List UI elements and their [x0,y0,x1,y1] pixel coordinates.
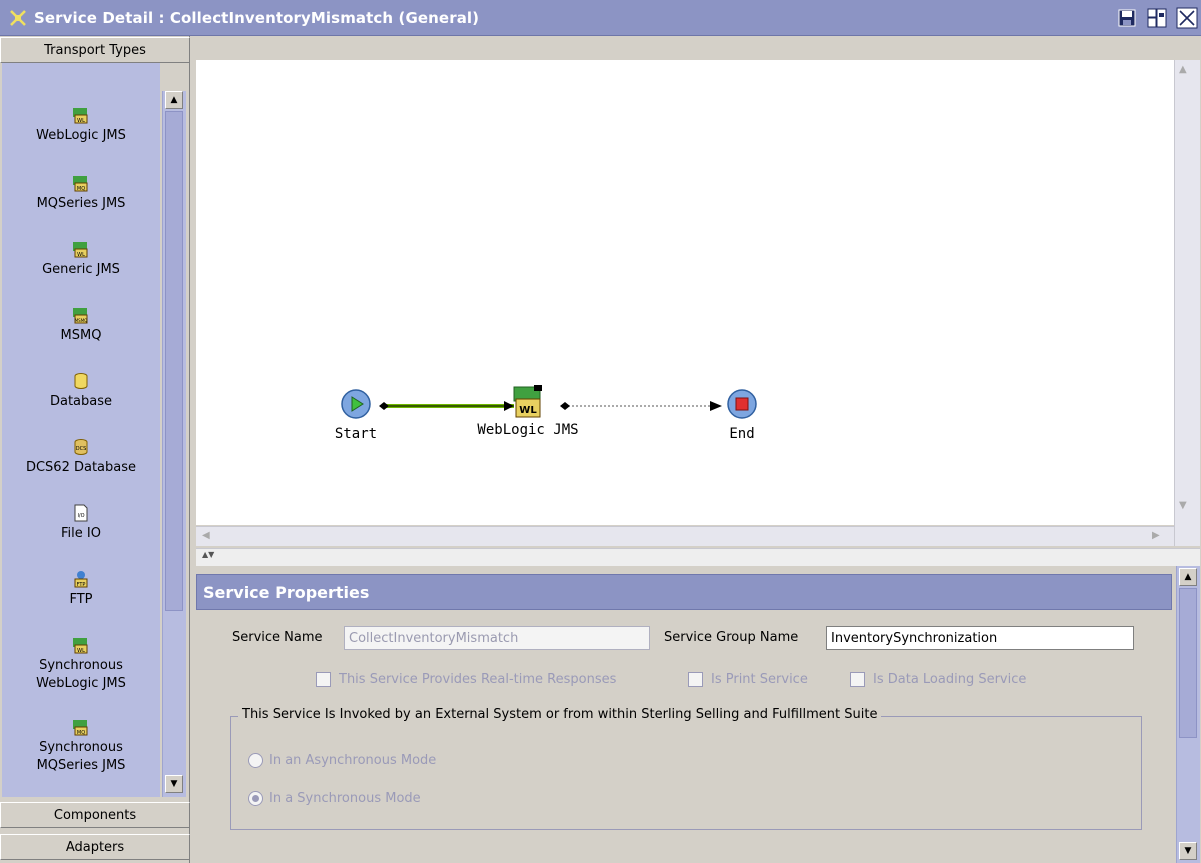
weblogic-jms-node[interactable]: WL WebLogic JMS [468,384,588,438]
palette-item-ftp[interactable]: FTP FTP [2,569,160,609]
synchronous-radio-circle [248,791,263,806]
asynchronous-radio-circle [248,753,263,768]
scroll-up-button[interactable]: ▲ [165,91,183,109]
service-group-name-input[interactable] [826,626,1134,650]
print-checkbox-box [688,672,703,687]
canvas-scroll-left-icon[interactable]: ◀ [202,530,210,541]
components-header[interactable]: Components [0,802,190,828]
scroll-down-button[interactable]: ▼ [165,775,183,793]
svg-text:MQ: MQ [77,186,85,192]
start-node[interactable]: Start [326,388,386,442]
service-properties-panel: Service Properties Service Name Service … [196,566,1176,863]
save-button[interactable] [1115,6,1139,30]
sync-weblogic-jms-icon: WL [73,638,88,654]
canvas-scroll-down-icon[interactable]: ▼ [1179,500,1187,511]
window-titlebar: Service Detail : CollectInventoryMismatc… [0,0,1201,36]
panel-splitter[interactable]: ▲▼ [196,548,1200,566]
msmq-icon: MSMQ [73,308,88,324]
palette-panel: Transport Types WL WebLogic JMS MQ MQSer… [0,36,190,863]
data-loading-checkbox-box [850,672,865,687]
flow-canvas[interactable]: Start WL WebLogic JMS End [196,60,1174,525]
palette-item-sync-weblogic-jms[interactable]: WL Synchronous WebLogic JMS [2,635,160,693]
end-icon [727,389,757,419]
synchronous-mode-radio: In a Synchronous Mode [248,791,421,806]
start-icon [341,389,371,419]
svg-text:DCS: DCS [76,446,87,452]
palette-item-mqseries-jms[interactable]: MQ MQSeries JMS [2,173,160,213]
service-group-name-label: Service Group Name [664,630,799,645]
service-name-label: Service Name [232,630,323,645]
palette-scroll-thumb[interactable] [165,111,183,611]
invocation-group-title: This Service Is Invoked by an External S… [238,707,882,722]
end-node[interactable]: End [712,388,772,442]
splitter-arrows-icon[interactable]: ▲▼ [202,550,214,559]
transport-types-list: WL WebLogic JMS MQ MQSeries JMS WL Gener… [2,63,160,797]
properties-scroll-up-button[interactable]: ▲ [1179,568,1197,586]
save-icon [1118,9,1136,27]
ftp-icon: FTP [74,571,88,588]
asynchronous-mode-radio: In an Asynchronous Mode [248,753,436,768]
svg-text:I/O: I/O [77,513,84,519]
svg-text:WL: WL [519,405,537,416]
weblogic-jms-icon: WL [73,108,88,124]
palette-item-file-io[interactable]: I/O File IO [2,503,160,543]
palette-item-weblogic-jms[interactable]: WL WebLogic JMS [2,105,160,145]
service-properties-header: Service Properties [196,574,1172,610]
canvas-scroll-right-icon[interactable]: ▶ [1152,530,1160,541]
generic-jms-icon: WL [73,242,88,258]
palette-scrollbar[interactable]: ▲ ▼ [162,91,186,797]
svg-text:MSMQ: MSMQ [75,318,88,323]
window-title: Service Detail : CollectInventoryMismatc… [34,8,480,27]
properties-scroll-down-button[interactable]: ▼ [1179,842,1197,860]
sync-mqseries-jms-icon: MQ [73,720,88,736]
palette-item-msmq[interactable]: MSMQ MSMQ [2,305,160,345]
service-name-input [344,626,650,650]
data-loading-service-checkbox: Is Data Loading Service [850,672,1026,687]
mqseries-jms-icon: MQ [73,176,88,192]
invocation-groupbox [230,716,1142,830]
close-icon [1176,7,1198,29]
file-io-icon: I/O [74,504,88,522]
close-button[interactable] [1175,6,1199,30]
svg-text:WL: WL [77,118,85,124]
canvas-vertical-scrollbar[interactable]: ▲ ▼ [1174,60,1200,546]
properties-scroll-thumb[interactable] [1179,588,1197,738]
dock-icon [1147,8,1167,28]
service-detail-icon [10,9,26,26]
svg-text:FTP: FTP [77,582,86,588]
palette-item-generic-jms[interactable]: WL Generic JMS [2,239,160,279]
svg-text:WL: WL [77,648,85,654]
canvas-scroll-up-icon[interactable]: ▲ [1179,64,1187,75]
print-service-checkbox: Is Print Service [688,672,808,687]
palette-item-database[interactable]: Database [2,371,160,411]
database-icon [74,373,88,389]
svg-text:MQ: MQ [77,730,85,736]
flow-connectors [379,401,722,411]
canvas-horizontal-scrollbar[interactable]: ◀ ▶ [196,526,1174,546]
svg-text:WL: WL [77,252,85,258]
palette-item-dcs62-database[interactable]: DCS DCS62 Database [2,437,160,477]
weblogic-jms-icon: WL [513,385,542,418]
properties-scrollbar[interactable]: ▲ ▼ [1176,566,1200,863]
realtime-responses-checkbox: This Service Provides Real-time Response… [316,672,616,687]
adapters-header[interactable]: Adapters [0,834,190,860]
realtime-checkbox-box [316,672,331,687]
transport-types-header[interactable]: Transport Types [0,37,190,63]
dcs62-database-icon: DCS [74,439,88,455]
palette-item-sync-mqseries-jms[interactable]: MQ Synchronous MQSeries JMS [2,717,160,775]
dock-button[interactable] [1145,6,1169,30]
